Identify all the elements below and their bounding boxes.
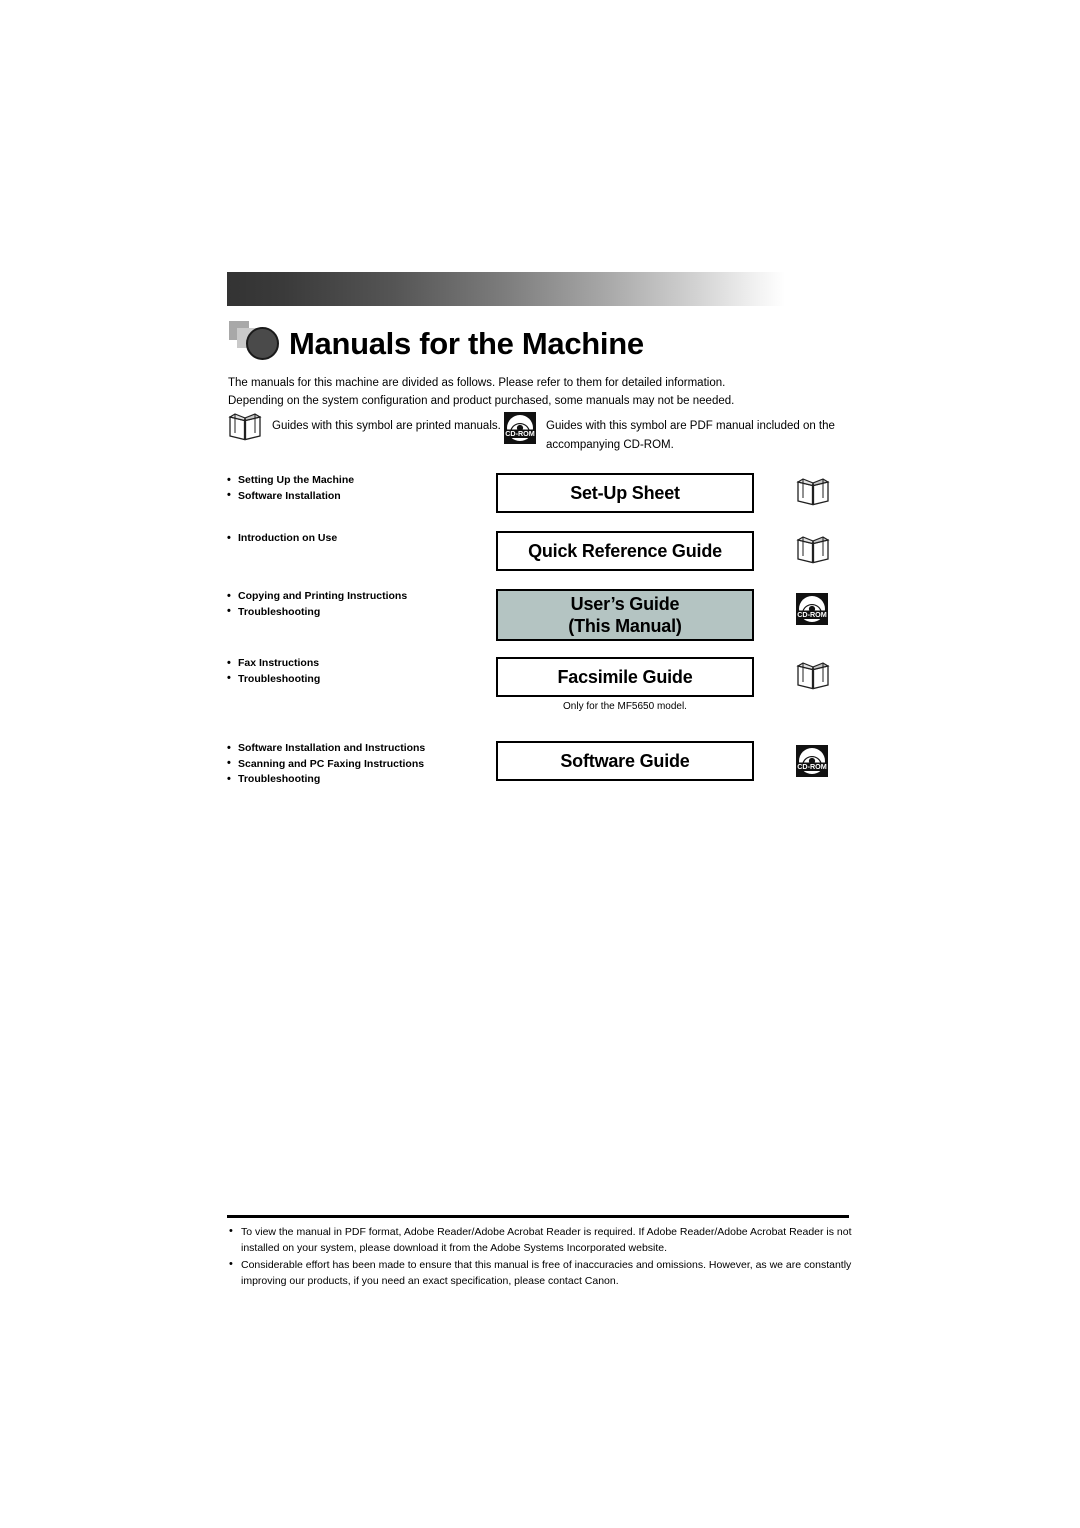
intro-paragraph: The manuals for this machine are divided… <box>228 374 868 410</box>
topics-quick-reference-guide: Introduction on Use <box>227 531 507 547</box>
manual-title: Set-Up Sheet <box>570 483 680 503</box>
list-item: Setting Up the Machine <box>227 473 507 489</box>
cd-rom-icon: CD-ROM <box>796 593 828 625</box>
topics-software-guide: Software Installation and Instructions S… <box>227 741 507 788</box>
manual-row-facsimile-guide: Facsimile Guide <box>496 657 844 697</box>
svg-text:CD-ROM: CD-ROM <box>505 429 535 438</box>
manual-row-set-up-sheet: Set-Up Sheet <box>496 473 844 513</box>
manual-box-users-guide[interactable]: User’s Guide (This Manual) <box>496 589 754 641</box>
manual-subtitle: (This Manual) <box>568 616 682 636</box>
topics-facsimile-guide: Fax Instructions Troubleshooting <box>227 656 507 687</box>
manual-title: User’s Guide <box>570 594 680 614</box>
book-icon <box>796 662 830 690</box>
manual-title: Quick Reference Guide <box>528 541 722 561</box>
square-circle-logo-icon <box>227 320 283 366</box>
legend-pdf-manuals: CD-ROM Guides with this symbol are PDF m… <box>504 412 835 455</box>
list-item: Considerable effort has been made to ens… <box>228 1256 852 1289</box>
manual-title: Facsimile Guide <box>557 667 693 687</box>
list-item: Introduction on Use <box>227 531 507 547</box>
cd-rom-icon: CD-ROM <box>796 745 828 777</box>
manual-row-quick-reference-guide: Quick Reference Guide <box>496 531 844 571</box>
manual-title-block: User’s Guide (This Manual) <box>568 593 682 637</box>
facsimile-guide-note: Only for the MF5650 model. <box>563 701 687 712</box>
legend-printed-manuals: Guides with this symbol are printed manu… <box>228 412 501 442</box>
topics-set-up-sheet: Setting Up the Machine Software Installa… <box>227 473 507 504</box>
manual-box-quick-reference-guide[interactable]: Quick Reference Guide <box>496 531 754 571</box>
list-item: Fax Instructions <box>227 656 507 672</box>
legend-printed-text: Guides with this symbol are printed manu… <box>272 420 501 432</box>
intro-line-2: Depending on the system configuration an… <box>228 395 735 407</box>
list-item: Troubleshooting <box>227 772 507 788</box>
footer-notes: To view the manual in PDF format, Adobe … <box>228 1223 852 1290</box>
legend-pdf-text-line-1: Guides with this symbol are PDF manual i… <box>546 420 835 432</box>
symbol-legend: Guides with this symbol are printed manu… <box>228 410 868 456</box>
footer-divider <box>227 1215 849 1218</box>
header-gradient-band <box>227 272 785 306</box>
cd-rom-icon: CD-ROM <box>504 412 536 444</box>
list-item: Scanning and PC Faxing Instructions <box>227 756 507 773</box>
list-item: Software Installation <box>227 488 507 505</box>
intro-line-1: The manuals for this machine are divided… <box>228 377 726 389</box>
book-icon <box>228 413 262 441</box>
page-title-row: Manuals for the Machine <box>227 318 847 368</box>
document-page: Manuals for the Machine The manuals for … <box>0 0 1080 1528</box>
book-icon <box>796 536 830 564</box>
legend-pdf-text: Guides with this symbol are PDF manual i… <box>546 412 835 455</box>
list-item: Software Installation and Instructions <box>227 741 507 757</box>
list-item: Troubleshooting <box>227 671 507 688</box>
manual-row-users-guide: User’s Guide (This Manual) CD-ROM <box>496 589 844 641</box>
manual-box-facsimile-guide[interactable]: Facsimile Guide <box>496 657 754 697</box>
svg-text:CD-ROM: CD-ROM <box>797 610 827 619</box>
svg-text:CD-ROM: CD-ROM <box>797 762 827 771</box>
page-title: Manuals for the Machine <box>289 325 644 361</box>
list-item: To view the manual in PDF format, Adobe … <box>228 1223 852 1256</box>
manual-row-software-guide: Software Guide CD-ROM <box>496 741 844 781</box>
manual-title: Software Guide <box>560 751 690 771</box>
manual-box-set-up-sheet[interactable]: Set-Up Sheet <box>496 473 754 513</box>
book-icon <box>796 478 830 506</box>
list-item: Copying and Printing Instructions <box>227 589 507 605</box>
legend-pdf-text-line-2: accompanying CD-ROM. <box>546 439 674 451</box>
manual-box-software-guide[interactable]: Software Guide <box>496 741 754 781</box>
topics-users-guide: Copying and Printing Instructions Troubl… <box>227 589 507 620</box>
list-item: Troubleshooting <box>227 604 507 621</box>
